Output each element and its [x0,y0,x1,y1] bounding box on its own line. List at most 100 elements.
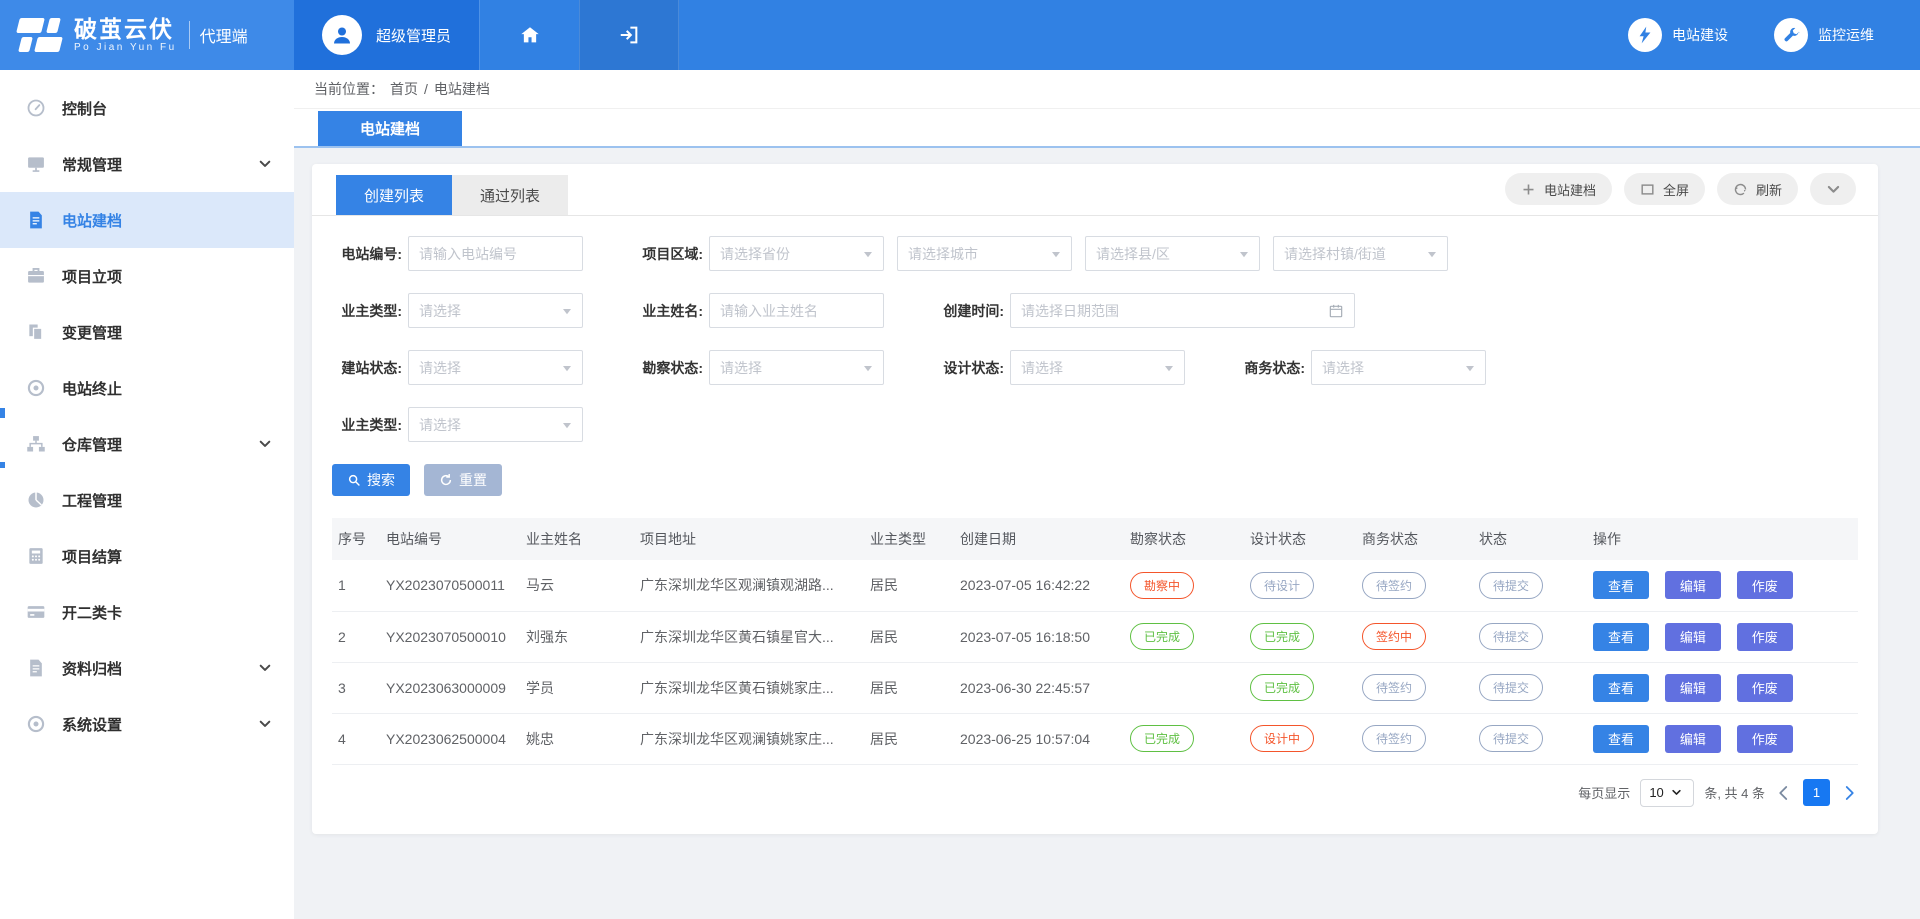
owner-type-select[interactable]: 请选择 [408,293,583,328]
sidebar-item-station-archive[interactable]: 电站建档 [0,192,294,248]
cell-owner: 刘强东 [520,611,634,662]
void-button[interactable]: 作废 [1737,725,1793,753]
prev-page-icon[interactable] [1775,784,1793,802]
sidebar-item-general-mgmt[interactable]: 常规管理 [0,136,294,192]
nav-monitor-ops[interactable]: 监控运维 [1774,18,1874,52]
edit-button[interactable]: 编辑 [1665,725,1721,753]
sidebar-item-change-mgmt[interactable]: 变更管理 [0,304,294,360]
caret-down-icon [562,363,572,373]
col-header-actions: 操作 [1587,518,1858,560]
sidebar-item-warehouse-mgmt[interactable]: 仓库管理 [0,416,294,472]
created-time-label: 创建时间: [934,301,1004,321]
list-card: 创建列表 通过列表 电站建档 全屏 [312,164,1878,834]
view-button[interactable]: 查看 [1593,725,1649,753]
survey-status-badge: 已完成 [1130,725,1194,752]
breadcrumb: 当前位置： 首页 / 电站建档 [294,70,1920,108]
sidebar-item-system-settings[interactable]: 系统设置 [0,696,294,752]
current-page-button[interactable]: 1 [1803,779,1830,806]
province-select[interactable]: 请选择省份 [709,236,884,271]
home-icon [519,24,541,46]
build-status-label: 建站状态: [332,358,402,378]
sidebar-item-type2-card[interactable]: 开二类卡 [0,584,294,640]
user-name: 超级管理员 [376,25,451,46]
sidebar-item-project-initiation[interactable]: 项目立项 [0,248,294,304]
brand-pinyin: Po Jian Yun Fu [74,42,177,53]
void-button[interactable]: 作废 [1737,674,1793,702]
cell-owner-type: 居民 [864,611,954,662]
col-header-owner: 业主姓名 [520,518,634,560]
fullscreen-button[interactable]: 全屏 [1624,173,1705,205]
home-button[interactable] [479,0,579,70]
breadcrumb-home-link[interactable]: 首页 [390,79,418,99]
business-status-select[interactable]: 请选择 [1311,350,1486,385]
calculator-icon [26,546,46,566]
void-button[interactable]: 作废 [1737,623,1793,651]
filter-panel: 电站编号: 项目区域: 请选择省份 请选择城市 [312,216,1878,442]
station-code-input[interactable] [408,236,583,271]
nav-station-build[interactable]: 电站建设 [1628,18,1728,52]
status-badge: 待提交 [1479,572,1543,599]
city-select[interactable]: 请选择城市 [897,236,1072,271]
business-status-label: 商务状态: [1235,358,1305,378]
create-station-button[interactable]: 电站建档 [1505,173,1612,205]
design-status-select[interactable]: 请选择 [1010,350,1185,385]
edit-button[interactable]: 编辑 [1665,571,1721,599]
owner-type2-select[interactable]: 请选择 [408,407,583,442]
sidebar-item-station-termination[interactable]: 电站终止 [0,360,294,416]
station-table: 序号 电站编号 业主姓名 项目地址 业主类型 创建日期 勘察状态 设计状态 商务… [312,496,1878,765]
tab-passed-list[interactable]: 通过列表 [452,175,568,215]
reset-button[interactable]: 重置 [424,464,502,496]
survey-status-select[interactable]: 请选择 [709,350,884,385]
collapse-toolbar-button[interactable] [1810,173,1856,205]
view-button[interactable]: 查看 [1593,571,1649,599]
col-header-address: 项目地址 [634,518,864,560]
view-button[interactable]: 查看 [1593,623,1649,651]
view-button[interactable]: 查看 [1593,674,1649,702]
tab-create-list[interactable]: 创建列表 [336,175,452,215]
bolt-icon [1628,18,1662,52]
cell-no: 3 [332,662,380,713]
brand-name: 破茧云伏 [74,17,177,42]
circle-dot-icon [26,378,46,398]
county-select[interactable]: 请选择县/区 [1085,236,1260,271]
sidebar-item-project-settlement[interactable]: 项目结算 [0,528,294,584]
owner-name-input[interactable] [709,293,884,328]
card-header: 创建列表 通过列表 电站建档 全屏 [312,164,1878,216]
cell-created: 2023-06-25 10:57:04 [954,713,1124,764]
caret-down-icon [1164,363,1174,373]
build-status-select[interactable]: 请选择 [408,350,583,385]
caret-down-icon [1239,249,1249,259]
user-menu[interactable]: 超级管理员 [294,0,479,70]
edit-button[interactable]: 编辑 [1665,623,1721,651]
status-badge: 待提交 [1479,674,1543,701]
chevron-down-icon [258,157,272,171]
cell-owner-type: 居民 [864,560,954,611]
owner-name-label: 业主姓名: [633,301,703,321]
refresh-button[interactable]: 刷新 [1717,173,1798,205]
caret-down-icon [1427,249,1437,259]
next-page-icon[interactable] [1840,784,1858,802]
chevron-down-icon [1671,787,1682,798]
cell-address: 广东深圳龙华区黄石镇星官大... [634,611,864,662]
page-size-select[interactable]: 10 [1640,779,1694,807]
logout-button[interactable] [579,0,679,70]
col-header-owner-type: 业主类型 [864,518,954,560]
sidebar-item-engineering-mgmt[interactable]: 工程管理 [0,472,294,528]
logout-icon [618,24,640,46]
page-tab-station-archive[interactable]: 电站建档 [318,111,462,146]
page-content: 创建列表 通过列表 电站建档 全屏 [294,148,1920,919]
cell-no: 2 [332,611,380,662]
region-label: 项目区域: [633,244,703,264]
search-button[interactable]: 搜索 [332,464,410,496]
col-header-code: 电站编号 [380,518,520,560]
created-time-range-picker[interactable]: 请选择日期范围 [1010,293,1355,328]
edit-button[interactable]: 编辑 [1665,674,1721,702]
void-button[interactable]: 作废 [1737,571,1793,599]
town-select[interactable]: 请选择村镇/街道 [1273,236,1448,271]
sidebar-item-console[interactable]: 控制台 [0,80,294,136]
owner-type2-label: 业主类型: [332,415,402,435]
cell-address: 广东深圳龙华区黄石镇姚家庄... [634,662,864,713]
sidebar-item-data-archive[interactable]: 资料归档 [0,640,294,696]
brand-divider [189,21,190,49]
owner-type-label: 业主类型: [332,301,402,321]
